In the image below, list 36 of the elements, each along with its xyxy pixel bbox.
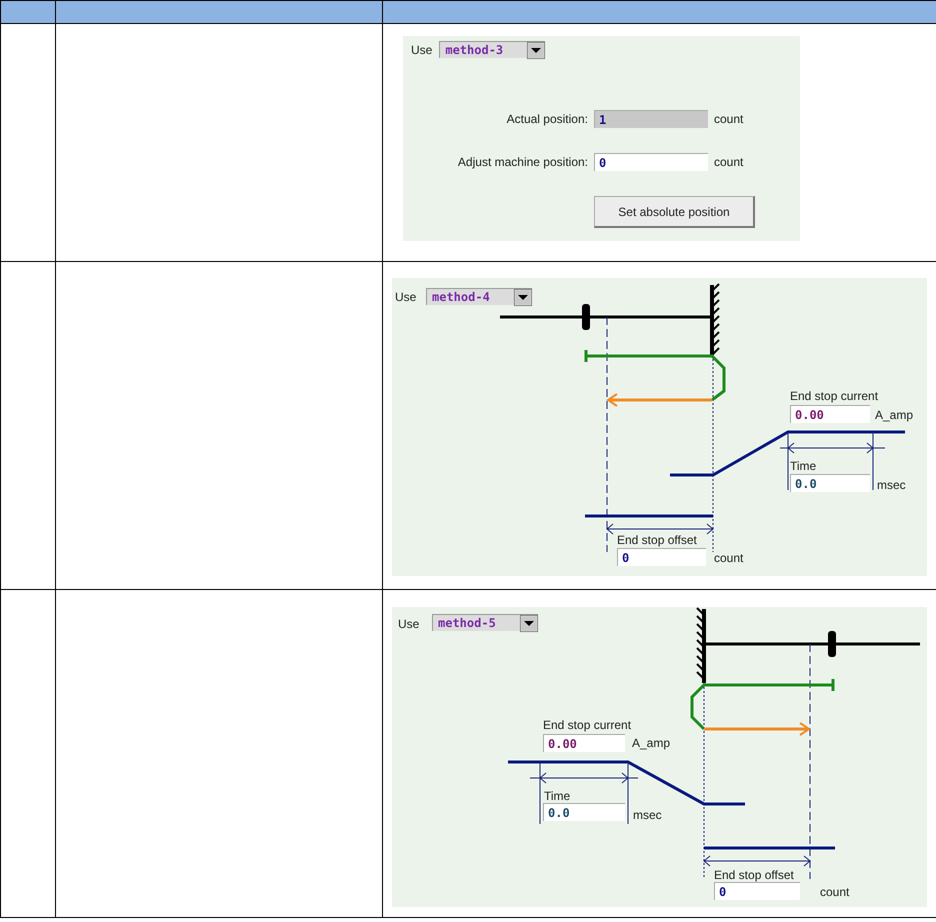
offset-field[interactable]: 0 bbox=[714, 882, 800, 900]
position-field: 1 bbox=[594, 110, 708, 128]
use-label: Use bbox=[395, 290, 416, 304]
carriage-block bbox=[828, 631, 836, 657]
unit-label: msec bbox=[633, 808, 662, 822]
field-label: Adjust machine position: bbox=[456, 155, 588, 169]
unit-label: count bbox=[820, 885, 850, 899]
current-label: End stop current bbox=[790, 389, 878, 403]
unit-label: msec bbox=[877, 478, 906, 492]
use-label: Use bbox=[411, 42, 432, 56]
current-field[interactable]: 0.00 bbox=[543, 734, 625, 752]
carriage-block bbox=[582, 304, 590, 330]
method-dropdown[interactable]: method-4 bbox=[426, 288, 532, 305]
method-dropdown[interactable]: method-5 bbox=[432, 614, 538, 631]
unit-label: A_amp bbox=[875, 408, 914, 422]
unit-label: count bbox=[714, 551, 744, 565]
current-label: End stop current bbox=[543, 718, 632, 732]
time-label: Time bbox=[544, 789, 570, 803]
dropdown-arrow-icon[interactable] bbox=[520, 614, 538, 632]
unit-label: count bbox=[714, 155, 744, 169]
offset-label: End stop offset bbox=[714, 868, 794, 882]
time-field[interactable]: 0.0 bbox=[543, 803, 625, 821]
offset-label: End stop offset bbox=[617, 533, 697, 547]
time-field[interactable]: 0.0 bbox=[790, 474, 870, 492]
unit-label: count bbox=[714, 112, 744, 126]
dropdown-arrow-icon[interactable] bbox=[514, 288, 532, 306]
unit-label: A_amp bbox=[632, 736, 670, 750]
field-label: Actual position: bbox=[506, 112, 588, 126]
current-field[interactable]: 0.00 bbox=[790, 405, 870, 423]
method-dropdown[interactable]: method-3 bbox=[439, 41, 546, 58]
dropdown-arrow-icon[interactable] bbox=[527, 42, 546, 58]
time-label: Time bbox=[790, 459, 816, 473]
set-position-button[interactable]: Set absolute position bbox=[594, 196, 755, 228]
offset-field[interactable]: 0 bbox=[617, 548, 706, 566]
position-field[interactable]: 0 bbox=[594, 153, 708, 171]
use-label: Use bbox=[398, 617, 420, 631]
